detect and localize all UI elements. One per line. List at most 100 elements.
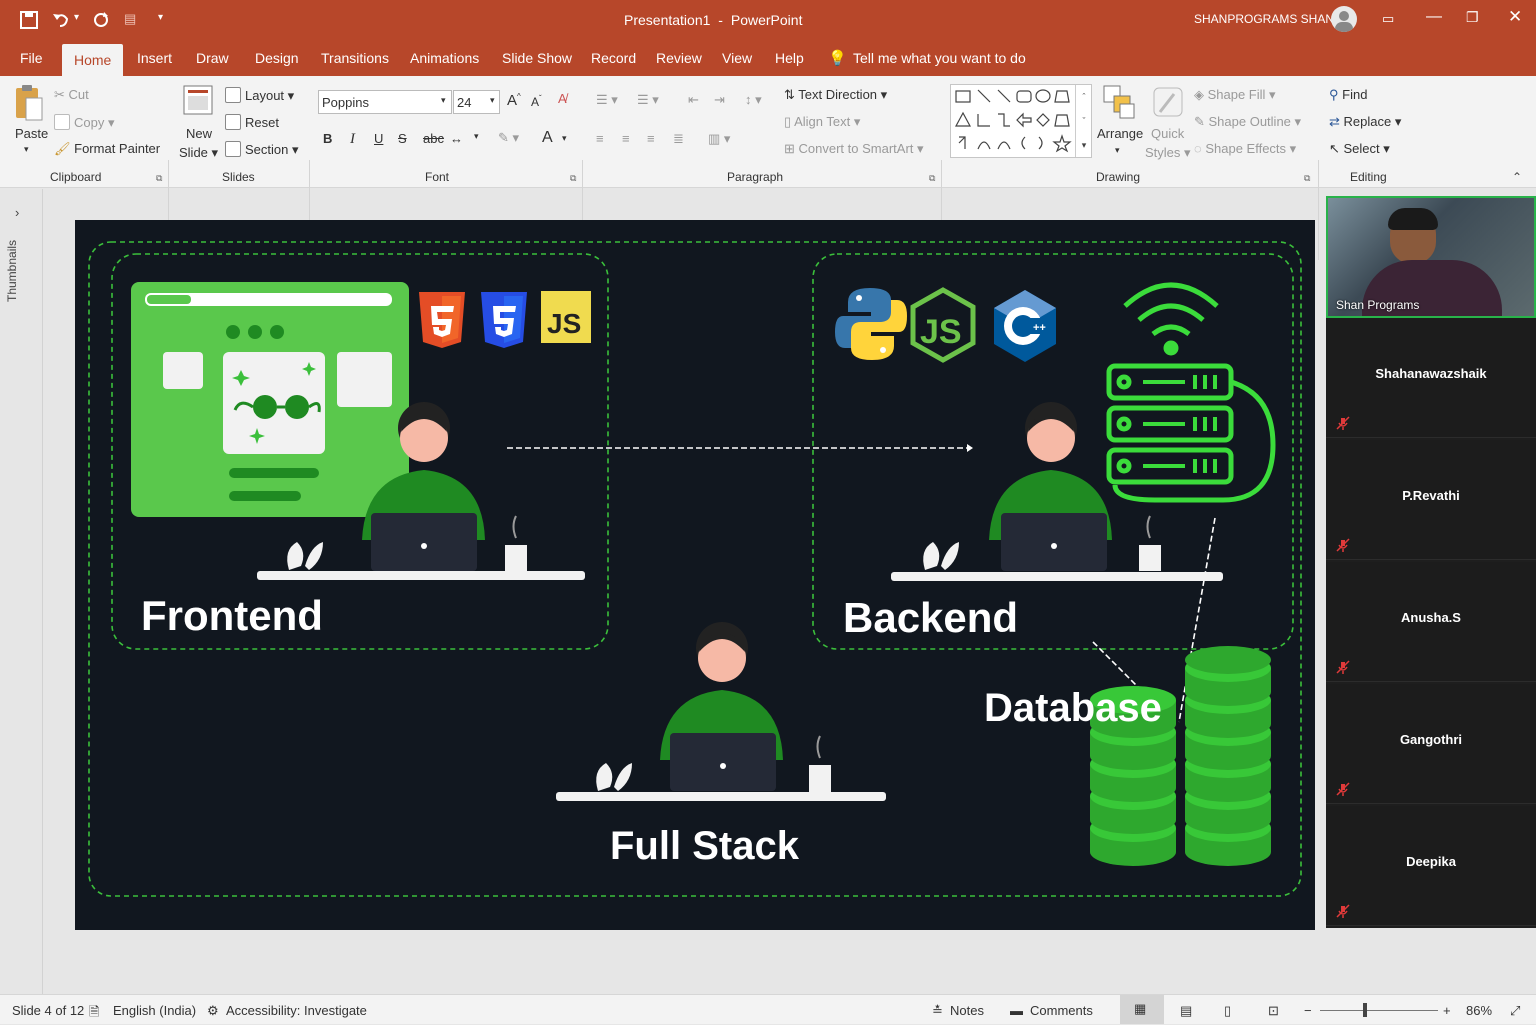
text-direction-button[interactable]: ⇅ Text Direction ▾ bbox=[784, 87, 887, 103]
increase-font-icon[interactable]: A^ bbox=[507, 92, 521, 109]
decrease-font-icon[interactable]: Aˇ bbox=[531, 94, 542, 109]
tab-slide-show[interactable]: Slide Show bbox=[502, 50, 572, 66]
expand-thumbnails-icon[interactable]: › bbox=[15, 205, 19, 220]
thumbnails-pane[interactable]: › Thumbnails bbox=[0, 189, 43, 994]
shapes-gallery[interactable]: ˆ ˇ ▾ bbox=[950, 84, 1092, 158]
paste-icon[interactable] bbox=[14, 84, 44, 122]
arrange-icon[interactable] bbox=[1102, 84, 1136, 120]
undo-dropdown-icon[interactable]: ▾ bbox=[74, 12, 79, 23]
presenter-icon[interactable]: ▤ bbox=[124, 11, 136, 27]
host-video-tile[interactable]: Shan Programs bbox=[1326, 196, 1536, 318]
columns-icon[interactable]: ▥ ▾ bbox=[708, 131, 730, 147]
zoom-out-button[interactable]: − bbox=[1304, 1003, 1312, 1018]
drawing-launcher-icon[interactable]: ⧉ bbox=[1304, 173, 1310, 184]
align-left-icon[interactable]: ≡ bbox=[596, 131, 604, 146]
align-text-button[interactable]: ▯ Align Text ▾ bbox=[784, 114, 860, 130]
redo-icon[interactable] bbox=[92, 11, 110, 29]
slide-show-icon[interactable]: ⊡ bbox=[1268, 1003, 1279, 1019]
tell-me-input[interactable]: Tell me what you want to do bbox=[853, 50, 1026, 66]
font-name-dropdown-icon[interactable]: ▾ bbox=[441, 95, 446, 106]
thumbnails-label[interactable]: Thumbnails bbox=[5, 240, 19, 302]
slide-sorter-icon[interactable]: ▤ bbox=[1180, 1003, 1192, 1019]
comments-button[interactable]: Comments bbox=[1030, 1003, 1093, 1018]
cut-button[interactable]: ✂ Cut bbox=[54, 87, 89, 103]
smartart-button[interactable]: ⊞ Convert to SmartArt ▾ bbox=[784, 141, 924, 157]
shapes-icon[interactable] bbox=[951, 85, 1075, 157]
font-color-icon[interactable]: A bbox=[542, 129, 553, 147]
tab-help[interactable]: Help bbox=[775, 50, 804, 66]
zoom-level[interactable]: 86% bbox=[1466, 1003, 1492, 1018]
new-slide-icon[interactable] bbox=[183, 84, 213, 116]
justify-icon[interactable]: ≣ bbox=[673, 131, 684, 147]
user-name[interactable]: SHANPROGRAMS SHAN bbox=[1194, 12, 1334, 26]
tab-record[interactable]: Record bbox=[591, 50, 636, 66]
tab-review[interactable]: Review bbox=[656, 50, 702, 66]
font-launcher-icon[interactable]: ⧉ bbox=[570, 173, 576, 184]
tab-insert[interactable]: Insert bbox=[137, 50, 172, 66]
section-button[interactable]: Section ▾ bbox=[225, 141, 299, 158]
font-name-input[interactable]: Poppins ▾ bbox=[318, 90, 452, 114]
zoom-slider-thumb[interactable] bbox=[1363, 1003, 1367, 1017]
frontend-label[interactable]: Frontend bbox=[141, 592, 323, 640]
paste-dropdown-icon[interactable]: ▾ bbox=[24, 144, 29, 155]
fit-to-window-icon[interactable]: ⤢ bbox=[1510, 1003, 1520, 1019]
accessibility-status[interactable]: Accessibility: Investigate bbox=[226, 1003, 367, 1018]
font-size-input[interactable]: 24 ▾ bbox=[453, 90, 500, 114]
font-color-dropdown-icon[interactable]: ▾ bbox=[562, 133, 567, 144]
participant-tile[interactable]: P.Revathi bbox=[1326, 440, 1536, 560]
participant-tile[interactable]: Anusha.S bbox=[1326, 562, 1536, 682]
shapes-scroll[interactable]: ˆ ˇ ▾ bbox=[1075, 85, 1092, 157]
avatar[interactable] bbox=[1331, 6, 1357, 32]
tab-transitions[interactable]: Transitions bbox=[321, 50, 389, 66]
bold-button[interactable]: B bbox=[323, 131, 332, 146]
select-button[interactable]: ↖ Select ▾ bbox=[1329, 141, 1390, 157]
undo-icon[interactable] bbox=[52, 11, 70, 29]
reset-button[interactable]: Reset bbox=[225, 114, 279, 130]
customize-toolbar-icon[interactable]: ▾ bbox=[158, 12, 163, 23]
paragraph-launcher-icon[interactable]: ⧉ bbox=[929, 173, 935, 184]
maximize-icon[interactable]: ❐ bbox=[1466, 9, 1479, 26]
align-center-icon[interactable]: ≡ bbox=[622, 131, 630, 146]
new-slide-button-line2[interactable]: Slide ▾ bbox=[179, 145, 218, 161]
reading-view-icon[interactable]: ▯ bbox=[1224, 1003, 1231, 1019]
quick-styles-icon[interactable] bbox=[1152, 84, 1184, 120]
database-label[interactable]: Database bbox=[984, 686, 1162, 731]
line-spacing-icon[interactable]: ↕ ▾ bbox=[745, 92, 762, 108]
character-spacing-dropdown-icon[interactable]: ▾ bbox=[474, 131, 479, 142]
tab-file[interactable]: File bbox=[20, 50, 43, 66]
copy-button[interactable]: Copy ▾ bbox=[54, 114, 115, 131]
clipboard-launcher-icon[interactable]: ⧉ bbox=[156, 173, 162, 184]
notes-button[interactable]: Notes bbox=[950, 1003, 984, 1018]
strikethrough-icon[interactable]: abc bbox=[423, 131, 444, 146]
decrease-indent-icon[interactable]: ⇤ bbox=[688, 92, 699, 108]
participant-tile[interactable]: Gangothri bbox=[1326, 684, 1536, 804]
font-size-dropdown-icon[interactable]: ▾ bbox=[490, 95, 495, 106]
zoom-slider[interactable] bbox=[1320, 1010, 1438, 1011]
shadow-icon[interactable]: S bbox=[398, 131, 407, 146]
participant-tile[interactable]: Shahanawazshaik bbox=[1326, 318, 1536, 438]
underline-button[interactable]: U bbox=[374, 131, 383, 146]
spelling-icon[interactable]: 🗎 bbox=[89, 1003, 99, 1025]
shape-fill-button[interactable]: ◈ Shape Fill ▾ bbox=[1194, 87, 1276, 103]
normal-view-button[interactable]: ▦ bbox=[1120, 995, 1164, 1024]
zoom-in-button[interactable]: + bbox=[1443, 1003, 1451, 1018]
close-icon[interactable]: ✕ bbox=[1508, 7, 1522, 27]
find-button[interactable]: ⚲ Find bbox=[1329, 87, 1367, 103]
layout-button[interactable]: Layout ▾ bbox=[225, 87, 294, 104]
highlight-icon[interactable]: ✎ ▾ bbox=[498, 130, 519, 146]
tab-view[interactable]: View bbox=[722, 50, 752, 66]
arrange-button[interactable]: Arrange bbox=[1097, 126, 1143, 141]
backend-label[interactable]: Backend bbox=[843, 594, 1018, 642]
italic-button[interactable]: I bbox=[350, 131, 355, 148]
increase-indent-icon[interactable]: ⇥ bbox=[714, 92, 725, 108]
tab-home[interactable]: Home bbox=[62, 44, 124, 76]
save-icon[interactable] bbox=[20, 11, 38, 29]
format-painter-button[interactable]: 🖌 Format Painter bbox=[54, 141, 160, 157]
quick-styles-button[interactable]: Quick bbox=[1151, 126, 1184, 141]
tab-design[interactable]: Design bbox=[255, 50, 299, 66]
arrange-dropdown-icon[interactable]: ▾ bbox=[1115, 145, 1120, 156]
participant-tile[interactable]: Deepika bbox=[1326, 806, 1536, 926]
ribbon-display-icon[interactable]: ▭ bbox=[1382, 11, 1394, 27]
slide-canvas[interactable]: JS ++ JS Frontend Backend Database Full … bbox=[75, 220, 1315, 930]
quick-styles-button-line2[interactable]: Styles ▾ bbox=[1145, 145, 1191, 161]
